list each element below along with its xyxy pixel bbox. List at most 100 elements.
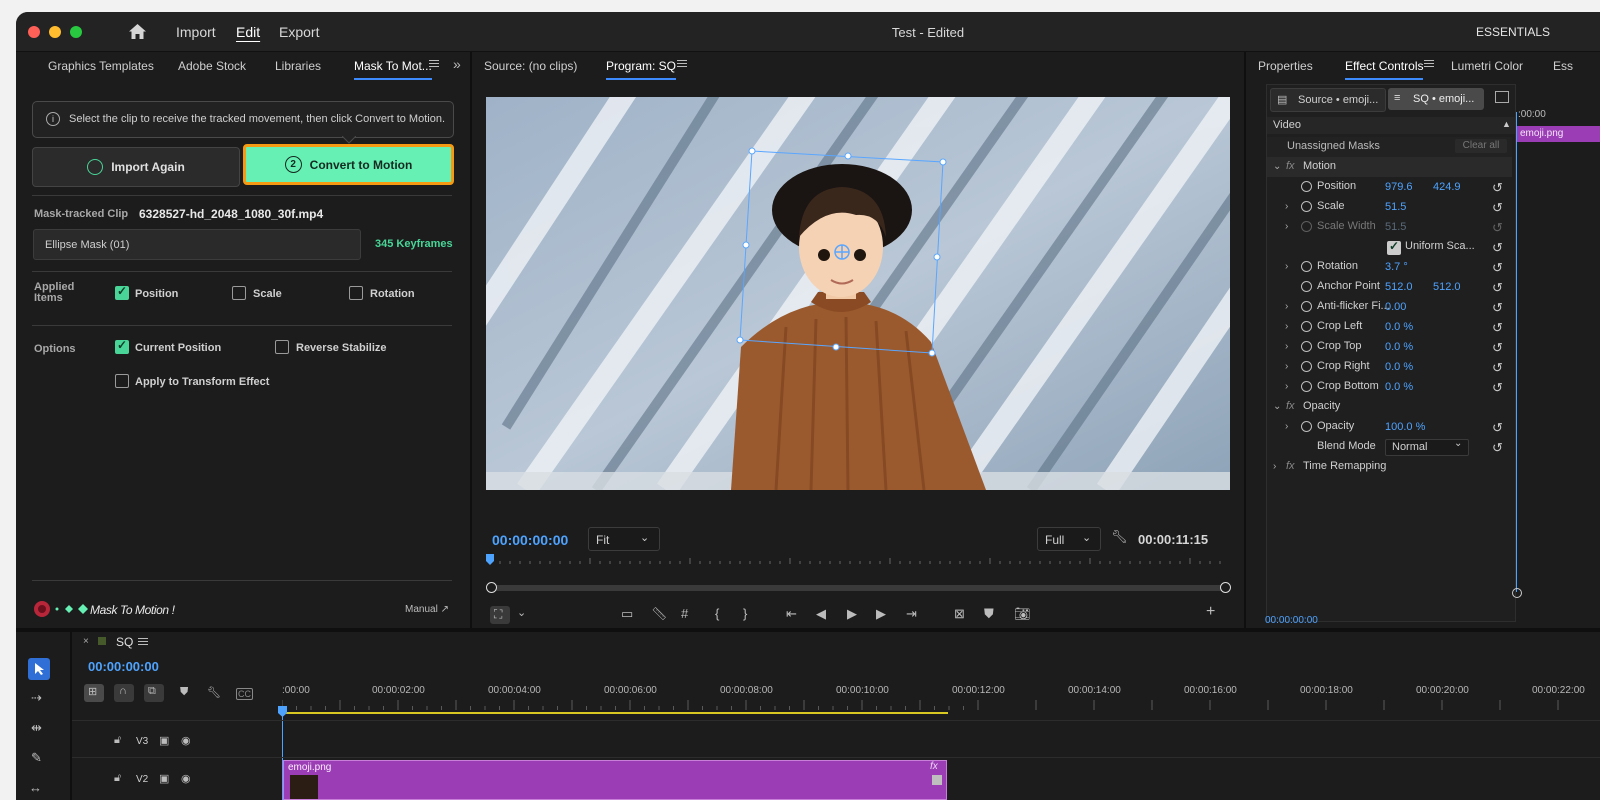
chevron-right-icon[interactable]: › [1285, 321, 1288, 332]
sync-lock-icon[interactable]: ▣ [159, 734, 169, 747]
reset-icon[interactable]: ↺ [1492, 200, 1503, 216]
import-again-button[interactable]: Import Again [32, 147, 240, 187]
property-value[interactable]: 0.0 % [1385, 361, 1413, 373]
add-marker-icon[interactable]: ⛊ [180, 686, 188, 699]
uniform-scale-checkbox[interactable] [1387, 239, 1401, 255]
reset-icon[interactable]: ↺ [1492, 360, 1503, 376]
property-row[interactable]: › Crop Right 0.0 % ↺ [1267, 357, 1512, 377]
tab-adobe-stock[interactable]: Adobe Stock [178, 59, 246, 73]
convert-to-motion-button[interactable]: 2 Convert to Motion [243, 144, 454, 185]
opacity-effect-row[interactable]: ⌄ fx Opacity [1267, 397, 1512, 417]
monitor-menu-icon[interactable] [677, 58, 687, 69]
property-row[interactable]: Uniform Sca... ↺ [1267, 237, 1512, 257]
chevron-right-icon[interactable]: › [1285, 361, 1288, 372]
stopwatch-icon[interactable] [1301, 341, 1312, 352]
wrench-icon[interactable]: 🔧︎ [1111, 529, 1128, 545]
resolution-select[interactable]: Full ⌄ [1037, 527, 1101, 551]
ripple-edit-icon[interactable]: ⇹ [31, 720, 42, 736]
mini-timeline-clip[interactable]: emoji.png [1516, 126, 1600, 142]
scrollbar-handle-left[interactable] [486, 582, 497, 593]
lock-icon[interactable]: 🔓︎ [114, 772, 121, 785]
timeline-timecode[interactable]: 00:00:00:00 [88, 659, 159, 674]
tab-mask-to-motion[interactable]: Mask To Mot... [354, 59, 432, 80]
tab-libraries[interactable]: Libraries [275, 59, 321, 73]
motion-effect-row[interactable]: ⌄ fx Motion [1267, 157, 1512, 177]
stopwatch-icon[interactable] [1301, 361, 1312, 372]
play-icon[interactable]: ▶︎ [847, 606, 857, 622]
monitor-zoom-scrollbar[interactable] [490, 585, 1226, 591]
lock-icon[interactable]: 🔓︎ [114, 734, 121, 747]
timeline-clip-emoji[interactable]: emoji.png fx [283, 760, 947, 800]
chevron-right-icon[interactable]: › [1285, 221, 1288, 232]
ruler-icon[interactable]: 📏︎ [651, 606, 668, 622]
stopwatch-icon[interactable] [1301, 301, 1312, 312]
apply-transform-checkbox[interactable] [115, 374, 129, 388]
opacity-property-row[interactable]: › Opacity 100.0 % ↺ [1267, 417, 1512, 437]
chevron-down-icon[interactable]: ⌄ [1273, 161, 1281, 172]
monitor-time-ruler[interactable] [486, 552, 1230, 568]
tab-graphics-templates[interactable]: Graphics Templates [48, 59, 154, 73]
work-area-bar[interactable] [282, 712, 948, 714]
close-sequence-icon[interactable]: × [83, 636, 89, 647]
property-value[interactable]: 512.0 [1385, 281, 1413, 293]
source-clip-chip[interactable]: ▤ Source • emoji... [1270, 88, 1386, 112]
sequence-tab[interactable]: SQ [116, 635, 133, 649]
go-to-out-icon[interactable]: ⇥ [906, 606, 917, 622]
collapse-up-icon[interactable]: ▲ [1502, 119, 1511, 129]
stopwatch-icon[interactable] [1301, 261, 1312, 272]
timeline-ruler-ticks[interactable] [282, 698, 1600, 710]
stopwatch-icon[interactable] [1301, 421, 1312, 432]
property-row[interactable]: Anchor Point 512.0 512.0 ↺ [1267, 277, 1512, 297]
zoom-fit-select[interactable]: Fit ⌄ [588, 527, 660, 551]
panel-menu-icon[interactable] [429, 58, 439, 69]
mark-out-icon[interactable]: } [743, 606, 747, 621]
sequence-clip-chip[interactable]: ≡ SQ • emoji... [1388, 88, 1484, 110]
mask-select[interactable]: Ellipse Mask (01) [33, 229, 361, 260]
chevron-right-icon[interactable]: › [1285, 381, 1288, 392]
reset-icon[interactable]: ↺ [1492, 180, 1503, 196]
program-timecode[interactable]: 00:00:00:00 [492, 532, 568, 548]
reset-icon[interactable]: ↺ [1492, 240, 1503, 256]
marker-icon[interactable]: ⛊ [984, 606, 994, 622]
property-row[interactable]: › Scale 51.5 ↺ [1267, 197, 1512, 217]
effect-controls-menu-icon[interactable] [1424, 58, 1434, 69]
property-value[interactable]: 3.7 ° [1385, 261, 1408, 273]
property-row[interactable]: Position 979.6 424.9 ↺ [1267, 177, 1512, 197]
video-frame[interactable] [486, 97, 1230, 490]
chevron-right-icon[interactable]: › [1285, 341, 1288, 352]
reset-icon[interactable]: ↺ [1492, 280, 1503, 296]
mark-in-icon[interactable]: { [715, 606, 719, 621]
track-select-icon[interactable]: ⇢ [31, 690, 42, 706]
property-row[interactable]: › Scale Width 51.5 ↺ [1267, 217, 1512, 237]
wrench-icon[interactable]: 🔧︎ [207, 686, 221, 699]
property-value-2[interactable]: 424.9 [1433, 181, 1461, 193]
reverse-stabilize-checkbox[interactable] [275, 340, 289, 354]
tab-source-monitor[interactable]: Source: (no clips) [484, 59, 577, 73]
camera-icon[interactable]: 📷︎ [1014, 606, 1031, 622]
reset-icon[interactable]: ↺ [1492, 260, 1503, 276]
stopwatch-icon[interactable] [1301, 221, 1312, 232]
mini-scroll-handle[interactable] [1512, 588, 1522, 598]
rotation-checkbox[interactable] [349, 286, 363, 300]
property-row[interactable]: › Crop Top 0.0 % ↺ [1267, 337, 1512, 357]
chevron-right-icon[interactable]: › [1285, 261, 1288, 272]
captions-icon[interactable]: CC [236, 688, 253, 700]
reset-icon[interactable]: ↺ [1492, 380, 1503, 396]
property-value[interactable]: 0.0 % [1385, 381, 1413, 393]
property-value[interactable]: 0.0 % [1385, 321, 1413, 333]
eye-icon[interactable]: ◉ [181, 772, 191, 785]
property-row[interactable]: › Anti-flicker Fi... 0.00 ↺ [1267, 297, 1512, 317]
property-value-2[interactable]: 512.0 [1433, 281, 1461, 293]
lift-icon[interactable]: ⊠ [954, 606, 965, 622]
reset-icon[interactable]: ↺ [1492, 220, 1503, 236]
scale-checkbox[interactable] [232, 286, 246, 300]
stopwatch-icon[interactable] [1301, 281, 1312, 292]
step-forward-icon[interactable]: ▶︎ [876, 606, 886, 622]
reset-icon[interactable]: ↺ [1492, 440, 1503, 456]
tab-essential[interactable]: Ess [1553, 59, 1573, 73]
safe-margins-icon[interactable]: ▭ [621, 606, 633, 622]
time-remapping-row[interactable]: › fx Time Remapping [1267, 457, 1512, 477]
scrollbar-handle-right[interactable] [1220, 582, 1231, 593]
razor-icon[interactable]: ✎ [31, 750, 42, 766]
add-button-icon[interactable]: + [1206, 603, 1215, 621]
